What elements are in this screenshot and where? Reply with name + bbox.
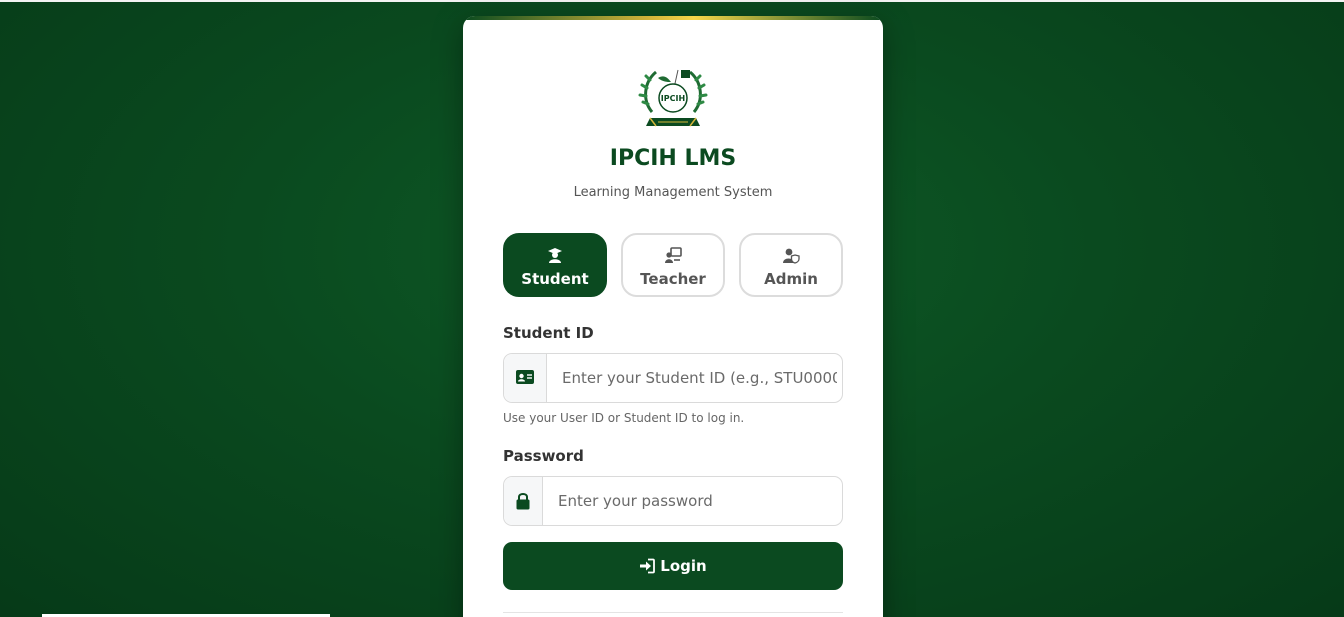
ipcih-logo: IPCIH [638,69,708,127]
student-id-addon [504,354,547,402]
lock-icon [516,493,530,510]
password-input[interactable] [543,477,833,525]
student-id-label: Student ID [503,324,594,342]
app-title: IPCIH LMS [609,146,737,171]
card-accent-bar [463,16,883,20]
teacher-icon [665,247,682,263]
role-tab-teacher[interactable]: Teacher [621,233,725,297]
student-id-field[interactable] [503,353,843,403]
login-card: IPCIH IPCIH LMS Learning Management Syst… [463,16,883,617]
admin-icon [783,248,800,264]
app-subtitle: Learning Management System [573,185,773,200]
role-tab-student[interactable]: Student [503,233,607,297]
student-icon [548,248,562,263]
password-label: Password [503,447,584,465]
id-card-icon [516,370,534,384]
login-button[interactable]: Login [503,542,843,590]
role-label-teacher: Teacher [640,270,706,288]
role-label-student: Student [521,270,589,288]
login-button-label: Login [660,557,707,575]
role-tab-admin[interactable]: Admin [739,233,843,297]
password-addon [504,477,543,525]
card-divider [503,612,843,613]
top-border [0,0,1344,2]
student-id-help-text: Use your User ID or Student ID to log in… [503,411,745,425]
student-id-input[interactable] [547,354,837,402]
sign-in-icon [640,558,656,574]
logo-text: IPCIH [661,94,685,103]
role-selector: Student Teacher Admin [503,233,843,301]
role-label-admin: Admin [764,270,818,288]
password-field[interactable] [503,476,843,526]
